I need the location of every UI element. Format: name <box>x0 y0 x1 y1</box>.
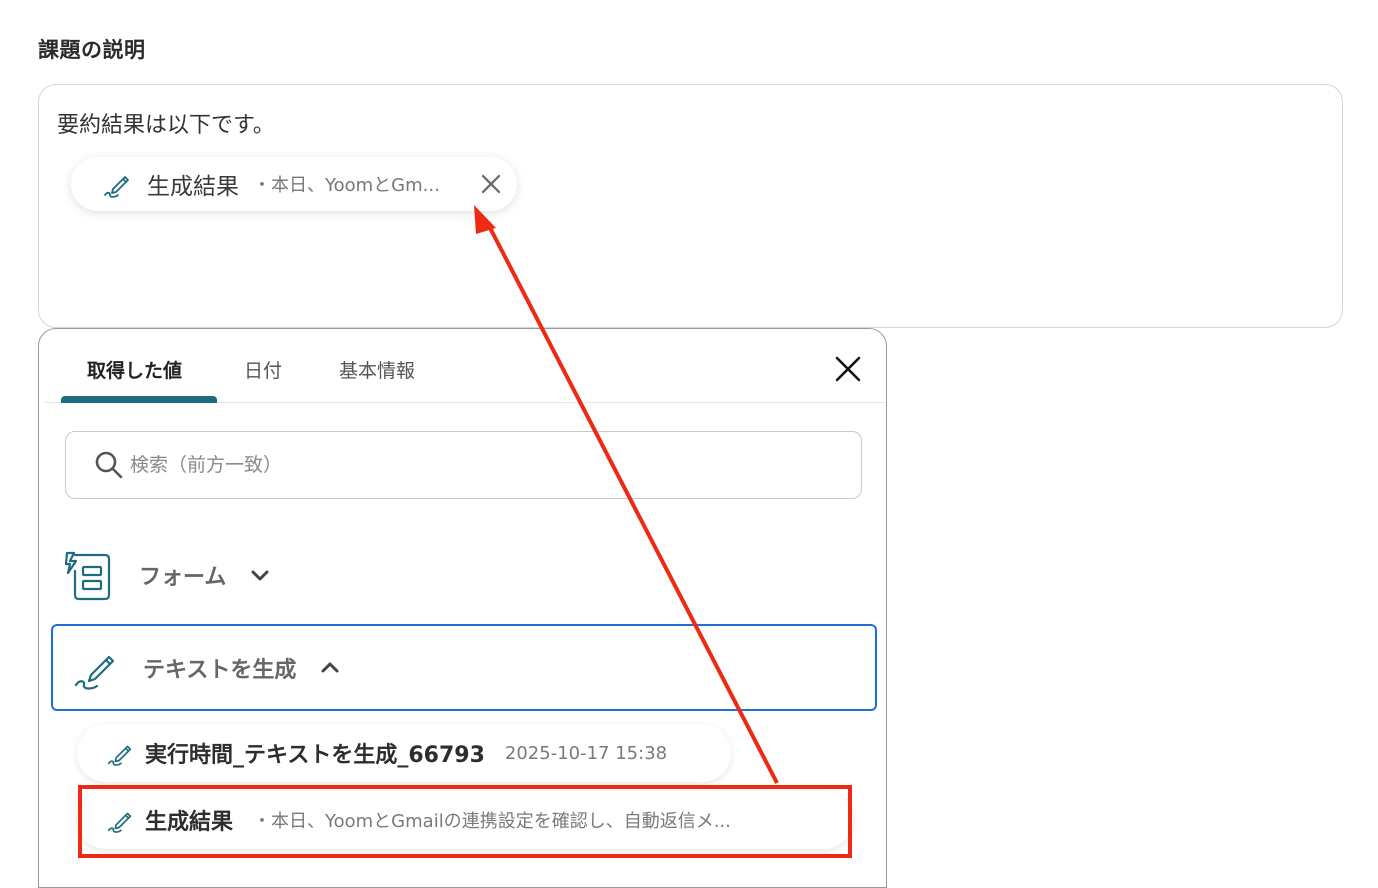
pen-icon <box>104 176 129 198</box>
search-input[interactable] <box>130 454 770 476</box>
item-label: 実行時間_テキストを生成_66793 <box>145 743 485 768</box>
tab-bar: 取得した値 日付 基本情報 <box>45 329 886 403</box>
close-icon[interactable] <box>832 353 864 385</box>
tab-acquired-values[interactable]: 取得した値 <box>87 356 182 383</box>
list-item[interactable]: 実行時間_テキストを生成_66793 2025-10-17 15:38 <box>77 724 731 782</box>
pen-icon <box>107 745 132 766</box>
chip-label: 生成結果 <box>147 174 239 200</box>
item-value: ・本日、YoomとGmailの連携設定を確認し、自動返信メ... <box>253 811 731 832</box>
tab-date[interactable]: 日付 <box>244 356 282 383</box>
pen-icon <box>74 655 115 690</box>
pen-icon <box>107 812 132 833</box>
close-icon[interactable] <box>477 170 505 198</box>
section-title: 課題の説明 <box>38 38 146 62</box>
tab-basic-info[interactable]: 基本情報 <box>339 356 415 383</box>
group-label: フォーム <box>139 565 227 590</box>
search-icon <box>95 451 123 479</box>
textarea-text[interactable]: 要約結果は以下です。 <box>57 107 275 139</box>
chip-preview: ・本日、YoomとGm... <box>253 175 440 196</box>
list-item[interactable]: 生成結果 ・本日、YoomとGmailの連携設定を確認し、自動返信メ... <box>77 791 853 849</box>
chevron-down-icon <box>251 570 269 581</box>
group-label: テキストを生成 <box>143 657 297 683</box>
active-tab-indicator <box>61 396 217 403</box>
chevron-up-icon <box>321 662 339 672</box>
group-text-generation[interactable]: テキストを生成 <box>51 624 877 711</box>
search-field[interactable] <box>65 431 862 499</box>
variable-chip[interactable]: 生成結果 ・本日、YoomとGm... <box>71 157 517 211</box>
item-label: 生成結果 <box>145 810 234 835</box>
form-icon <box>65 551 111 601</box>
group-form[interactable]: フォーム <box>65 547 272 603</box>
description-textarea[interactable]: 要約結果は以下です。 生成結果 ・本日、YoomとGm... <box>38 84 1343 328</box>
item-value: 2025-10-17 15:38 <box>504 742 668 764</box>
value-picker-panel: 取得した値 日付 基本情報 フォーム テキストを生成 <box>38 328 887 888</box>
